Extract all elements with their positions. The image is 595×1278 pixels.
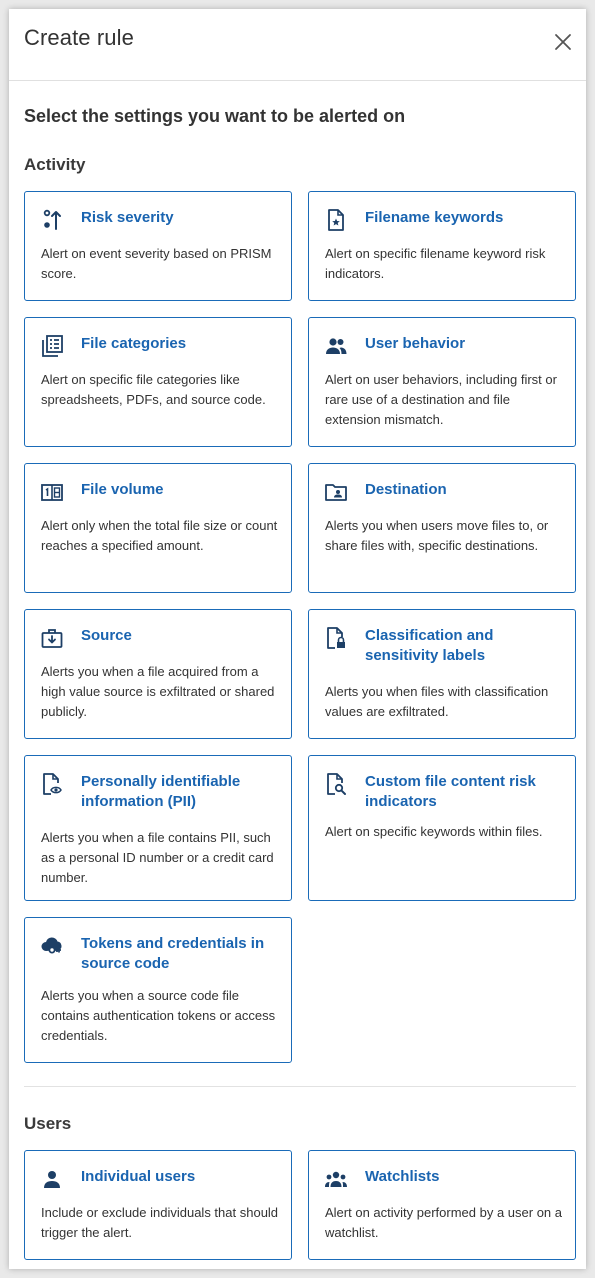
card-file-volume[interactable]: File volume Alert only when the total fi… [24,463,292,593]
group-icon [324,1167,348,1191]
card-title: Tokens and credentials in source code [81,935,265,972]
card-description: Alert on activity performed by a user on… [325,1205,563,1240]
folder-user-icon [324,480,348,504]
card-title: Individual users [81,1168,196,1185]
section-divider [24,1086,576,1087]
card-pii[interactable]: Personally identifiable information (PII… [24,755,292,901]
file-categories-icon [40,334,64,358]
card-custom-file-content[interactable]: Custom file content risk indicators Aler… [308,755,576,901]
card-title: File volume [81,481,164,498]
file-volume-icon [40,480,64,504]
card-watchlists[interactable]: Watchlists Alert on activity performed b… [308,1150,576,1260]
close-button[interactable] [550,29,576,55]
close-icon [555,34,571,50]
card-tokens-credentials[interactable]: Tokens and credentials in source code Al… [24,917,292,1063]
card-description: Include or exclude individuals that shou… [41,1205,279,1240]
card-title: Destination [365,481,447,498]
card-source[interactable]: Source Alerts you when a file acquired f… [24,609,292,739]
card-user-behavior[interactable]: User behavior Alert on user behaviors, i… [308,317,576,447]
file-search-icon [324,772,348,796]
card-title: Source [81,627,132,644]
file-star-icon [324,208,348,232]
card-description: Alerts you when users move files to, or … [325,518,549,553]
card-title: File categories [81,335,187,352]
card-filename-keywords[interactable]: Filename keywords Alert on specific file… [308,191,576,301]
card-description: Alert on specific filename keyword risk … [325,246,546,281]
users-icon [324,334,348,358]
file-eye-icon [40,772,64,796]
card-risk-severity[interactable]: Risk severity Alert on event severity ba… [24,191,292,301]
card-title: Custom file content risk indicators [365,773,536,810]
user-icon [40,1167,64,1191]
card-description: Alerts you when a file acquired from a h… [41,664,275,719]
panel-title: Create rule [24,25,134,50]
briefcase-download-icon [40,626,64,650]
cloud-key-icon [40,934,64,958]
card-file-categories[interactable]: File categories Alert on specific file c… [24,317,292,447]
card-description: Alert only when the total file size or c… [41,518,278,553]
card-description: Alert on specific keywords within files. [325,824,543,839]
card-description: Alerts you when a file contains PII, suc… [41,830,274,885]
card-description: Alert on specific file categories like s… [41,372,266,407]
activity-group-label: Activity [24,155,86,174]
card-description: Alerts you when files with classificatio… [325,684,549,719]
card-description: Alert on user behaviors, including first… [325,372,557,427]
card-title: Watchlists [365,1168,440,1185]
card-description: Alerts you when a source code file conta… [41,988,276,1043]
card-title: User behavior [365,335,466,352]
panel-header: Create rule [9,9,586,81]
section-heading: Select the settings you want to be alert… [24,106,406,126]
risk-severity-icon [40,208,64,232]
card-title: Personally identifiable information (PII… [81,773,241,810]
file-lock-icon [324,626,348,650]
create-rule-panel: Create rule Select the settings you want… [9,9,586,1269]
card-title: Classification and sensitivity labels [365,627,494,664]
card-destination[interactable]: Destination Alerts you when users move f… [308,463,576,593]
card-individual-users[interactable]: Individual users Include or exclude indi… [24,1150,292,1260]
card-description: Alert on event severity based on PRISM s… [41,246,272,281]
users-group-label: Users [24,1114,72,1133]
card-title: Risk severity [81,209,174,226]
card-title: Filename keywords [365,209,504,226]
card-classification-labels[interactable]: Classification and sensitivity labels Al… [308,609,576,739]
